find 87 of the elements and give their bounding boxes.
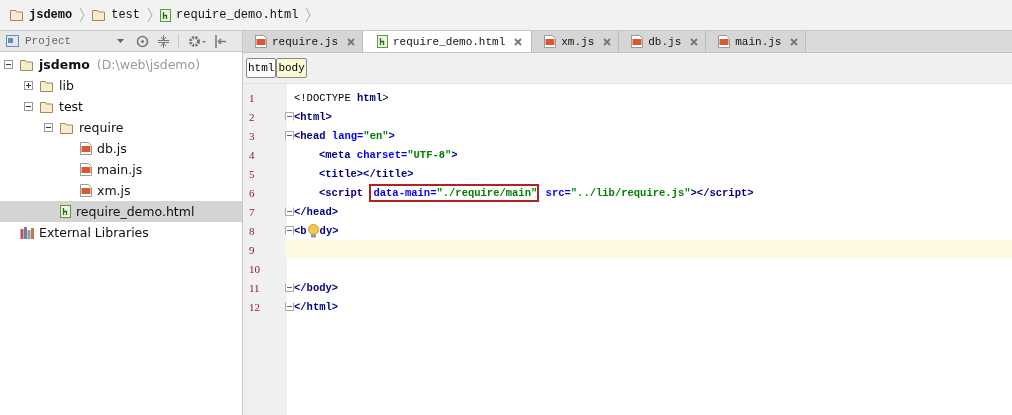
chevron-icon xyxy=(79,7,86,23)
close-icon[interactable] xyxy=(603,37,612,46)
breadcrumb-item[interactable]: test xyxy=(92,8,141,22)
line-number: 12 xyxy=(248,299,261,315)
tag-path-item[interactable]: body xyxy=(276,58,307,78)
code-text: <b xyxy=(294,224,307,237)
html-file-icon xyxy=(377,35,388,48)
html-file-icon xyxy=(60,205,71,218)
close-icon[interactable] xyxy=(790,37,799,46)
fold-marker-icon[interactable] xyxy=(285,131,294,140)
folder-icon xyxy=(60,121,74,134)
tree-item[interactable]: jsdemo xyxy=(20,57,90,72)
line-number: 1 xyxy=(248,90,256,106)
editor-tab[interactable]: require.js xyxy=(243,31,363,52)
code-text: </head> xyxy=(294,205,339,218)
expand-toggle-icon[interactable] xyxy=(24,81,33,90)
tree-item[interactable]: External Libraries xyxy=(20,225,149,240)
tree-item[interactable]: lib xyxy=(40,78,74,93)
tree-item[interactable]: require xyxy=(60,120,124,135)
line-number: 2 xyxy=(248,109,256,125)
code-text: <html> xyxy=(294,110,332,123)
editor-tab[interactable]: db.js xyxy=(619,31,707,52)
line-number: 6 xyxy=(248,185,256,201)
collapse-toggle-icon[interactable] xyxy=(24,102,33,111)
fold-marker-icon[interactable] xyxy=(285,207,294,216)
close-icon[interactable] xyxy=(347,37,355,46)
js-file-icon xyxy=(80,184,92,197)
fold-marker-icon[interactable] xyxy=(285,112,294,121)
code-text: src="../lib/require.js"></script> xyxy=(544,186,754,199)
folder-icon xyxy=(20,58,34,71)
library-icon xyxy=(20,226,34,239)
js-file-icon xyxy=(718,35,731,48)
fold-marker-icon[interactable] xyxy=(285,302,294,311)
js-file-icon xyxy=(80,163,92,176)
tree-item[interactable]: main.js xyxy=(80,162,143,177)
caret-icon xyxy=(117,39,124,43)
line-number: 5 xyxy=(248,166,256,182)
js-file-icon xyxy=(631,35,644,48)
code-text: <meta charset="UTF-8"> xyxy=(319,148,458,161)
editor-tab[interactable]: require_demo.html xyxy=(363,31,533,52)
close-icon[interactable] xyxy=(514,37,523,46)
folder-icon xyxy=(40,79,54,92)
fold-marker-icon[interactable] xyxy=(285,283,294,292)
lightbulb-icon[interactable] xyxy=(307,223,319,238)
collapse-toggle-icon[interactable] xyxy=(4,60,13,69)
chevron-icon xyxy=(305,7,312,23)
project-dropdown[interactable]: Project xyxy=(6,35,124,47)
js-file-icon xyxy=(80,142,92,155)
code-text: <!DOCTYPE html> xyxy=(294,91,389,104)
line-number: 9 xyxy=(248,242,256,258)
collapse-icon[interactable] xyxy=(158,34,169,48)
line-number: 7 xyxy=(248,204,256,220)
hide-panel-icon[interactable] xyxy=(215,34,227,48)
path-hint: (D:\web\jsdemo) xyxy=(96,57,201,72)
line-number: 10 xyxy=(248,261,261,277)
line-number: 11 xyxy=(248,280,261,296)
highlighted-code: data-main="./require/main" xyxy=(369,183,540,202)
html-file-icon xyxy=(160,8,172,22)
chevron-icon xyxy=(147,7,154,23)
js-file-icon xyxy=(255,35,267,48)
window-icon xyxy=(6,35,19,47)
code-text: </html> xyxy=(294,300,339,313)
breadcrumb-item[interactable]: require_demo.html xyxy=(160,8,299,22)
line-number: 8 xyxy=(248,223,256,239)
folder-icon xyxy=(40,100,54,113)
code-text: dy> xyxy=(319,224,339,237)
js-file-icon xyxy=(544,35,557,48)
folder-icon xyxy=(10,9,24,21)
target-icon[interactable] xyxy=(136,34,149,48)
editor-tab[interactable]: main.js xyxy=(706,31,807,52)
code-text: <script xyxy=(319,186,365,199)
close-icon[interactable] xyxy=(690,37,699,46)
breadcrumb-item[interactable]: jsdemo xyxy=(10,8,73,22)
fold-marker-icon[interactable] xyxy=(285,226,294,235)
folder-icon xyxy=(92,9,107,21)
line-number: 4 xyxy=(248,147,256,163)
tree-item[interactable]: db.js xyxy=(80,141,127,156)
line-number: 3 xyxy=(248,128,256,144)
code-text: <head lang="en"> xyxy=(294,129,395,142)
collapse-toggle-icon[interactable] xyxy=(44,123,53,132)
editor-tab[interactable]: xm.js xyxy=(532,31,620,52)
code-text: <title></title> xyxy=(319,167,414,180)
tree-item[interactable]: test xyxy=(40,99,83,114)
code-text: </body> xyxy=(294,281,339,294)
gear-icon[interactable] xyxy=(188,34,206,48)
tag-path-item[interactable]: html xyxy=(246,58,277,78)
tree-item[interactable]: xm.js xyxy=(80,183,131,198)
